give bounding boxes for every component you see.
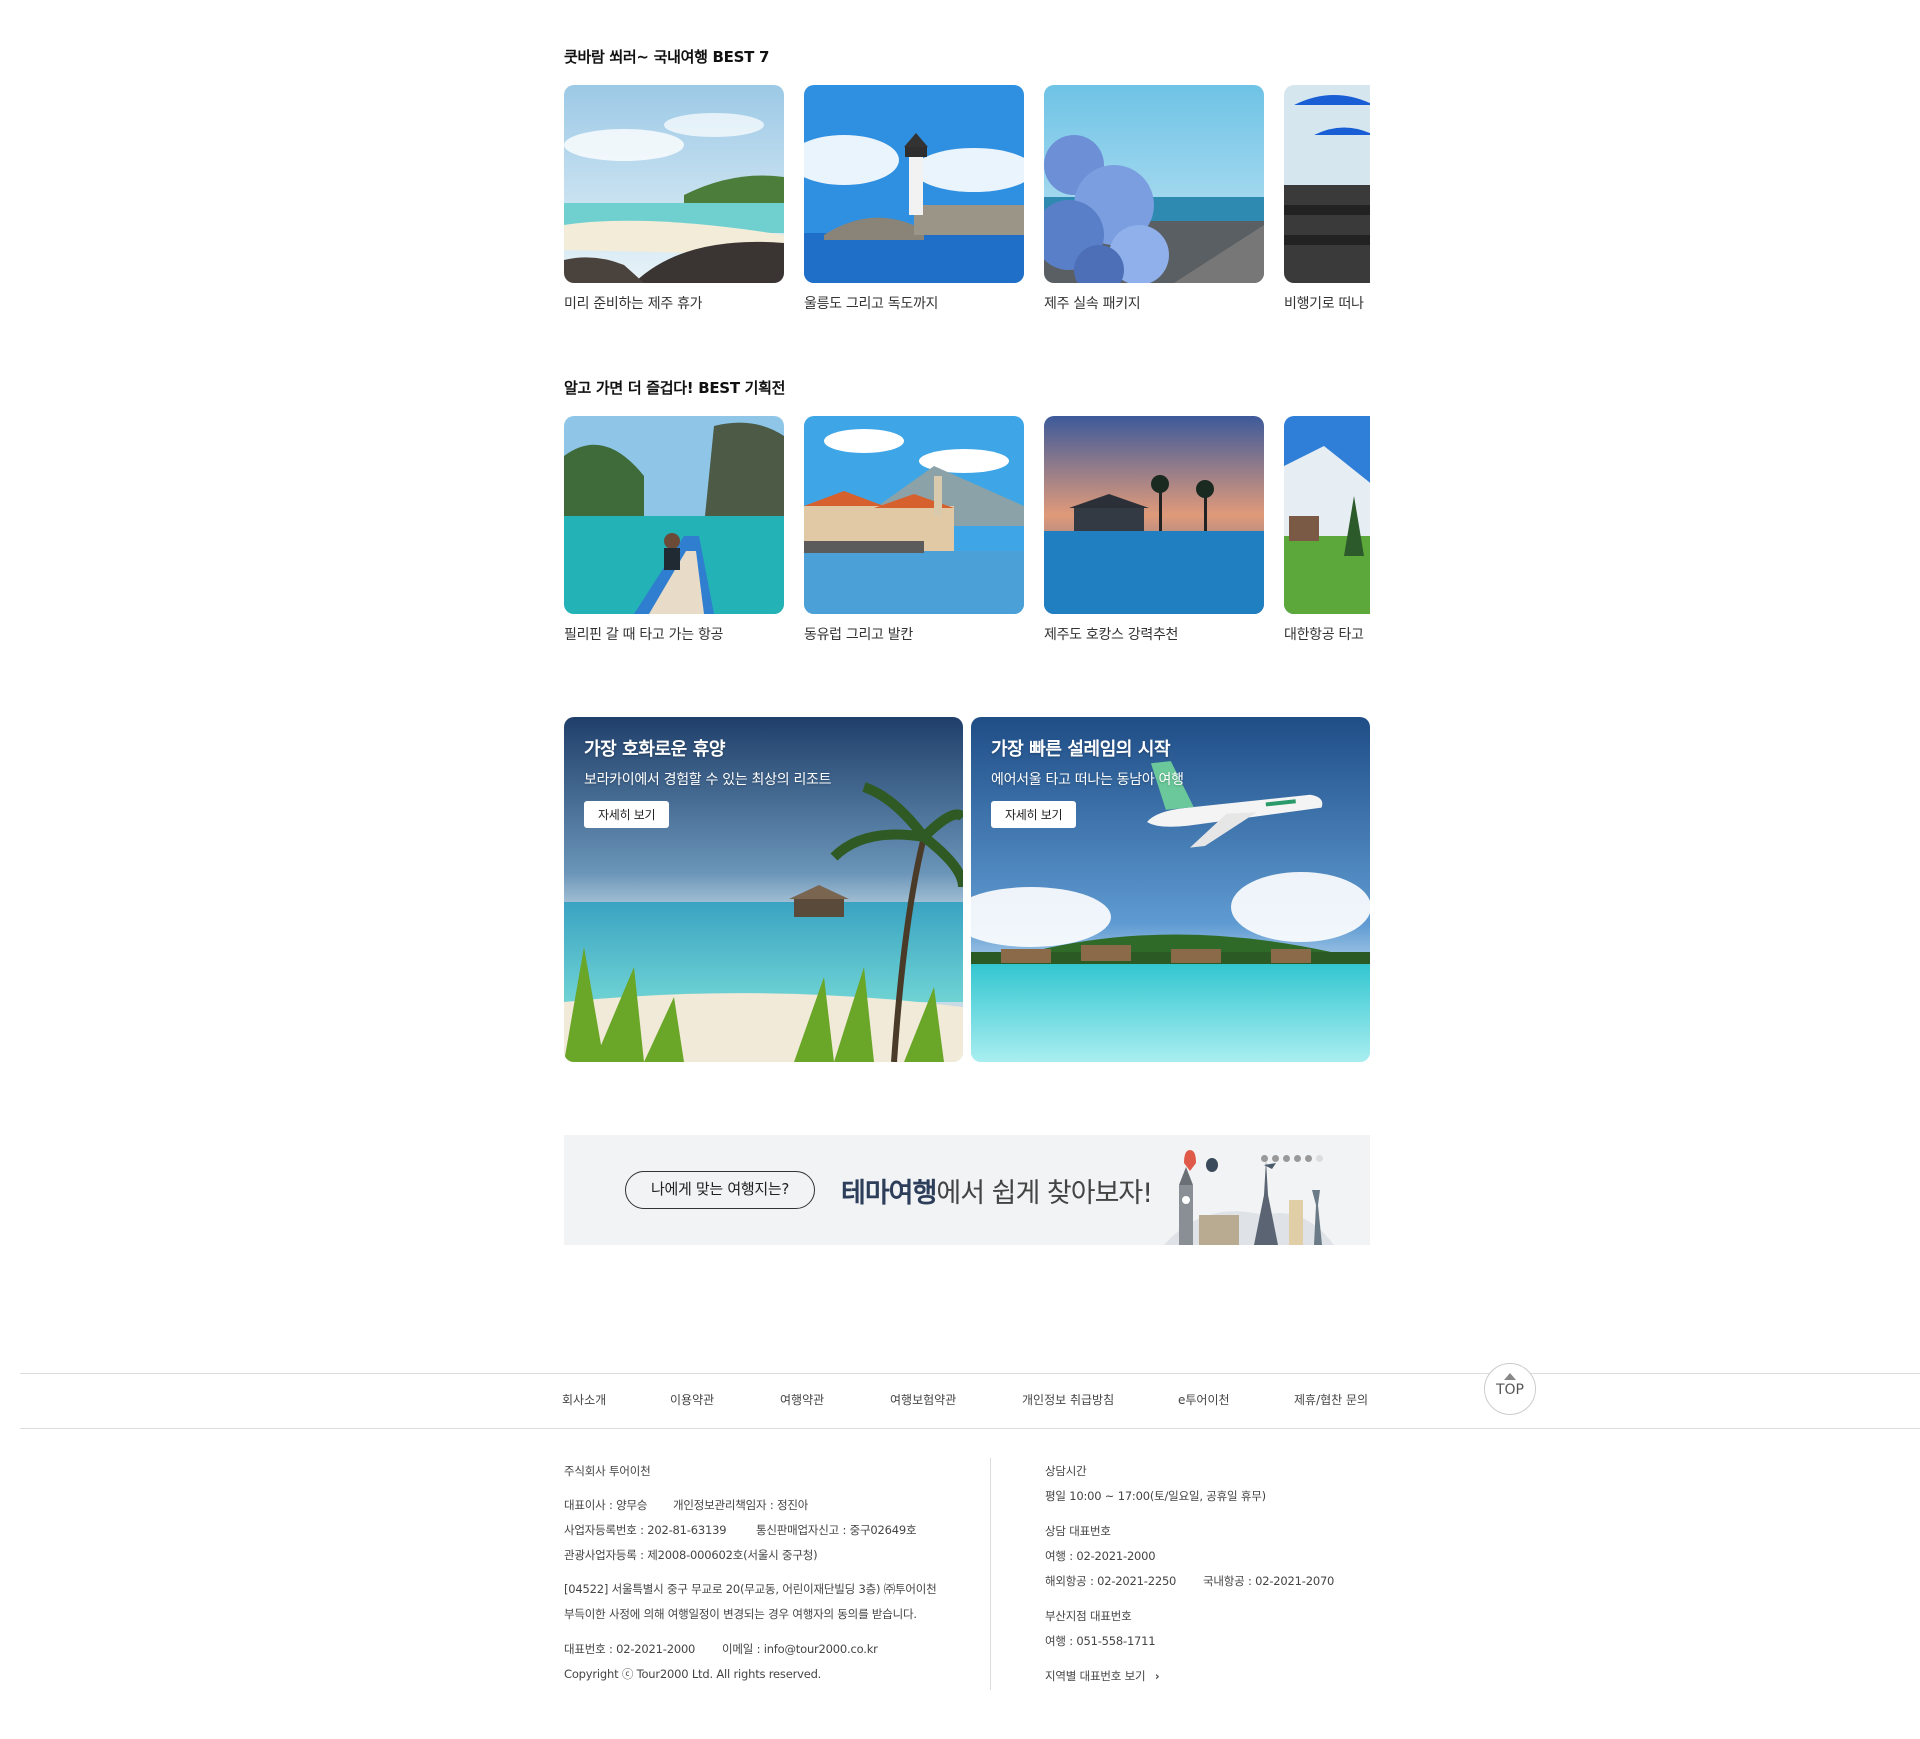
scroll-top-button[interactable]: TOP: [1484, 1363, 1536, 1415]
card-image: [1284, 85, 1370, 283]
card-image: [564, 85, 784, 283]
company-notice: 부득이한 사정에 의해 여행일정이 변경되는 경우 여행자의 동의를 받습니다.: [564, 1607, 917, 1621]
number-intl-air: 해외항공 : 02-2021-2250: [1045, 1574, 1177, 1588]
card-image: [804, 85, 1024, 283]
regional-numbers-link[interactable]: 지역별 대표번호 보기 ›: [1045, 1668, 1160, 1684]
card-jeju-package[interactable]: 제주 실속 패키지: [1044, 85, 1264, 313]
landmarks-illustration: [1164, 1150, 1334, 1245]
theme-travel-banner[interactable]: 나에게 맞는 여행지는? 테마여행에서 쉽게 찾아보자!: [564, 1135, 1370, 1245]
number-dom-air: 국내항공 : 02-2021-2070: [1203, 1574, 1335, 1588]
card-jeju-hocance[interactable]: 제주도 호캉스 강력추천: [1044, 416, 1264, 644]
regional-link-label: 지역별 대표번호 보기: [1045, 1669, 1146, 1683]
company-copyright: Copyright ⓒ Tour2000 Ltd. All rights res…: [564, 1667, 822, 1681]
footer-link-privacy[interactable]: 개인정보 취급방침: [1022, 1391, 1114, 1408]
card-image: [1044, 85, 1264, 283]
promo-air-seoul[interactable]: 가장 빠른 설레임의 시작 에어서울 타고 떠나는 동남아 여행 자세히 보기: [971, 717, 1370, 1062]
company-phone: 대표번호 : 02-2021-2000: [564, 1642, 696, 1656]
promo-detail-button[interactable]: 자세히 보기: [991, 801, 1077, 828]
card-image: [564, 416, 784, 614]
hours-title: 상담시간: [1045, 1464, 1087, 1478]
company-address: [04522] 서울특별시 중구 무교로 20(무교동, 어린이재단빌딩 3층)…: [564, 1582, 937, 1596]
footer-link-e-tour[interactable]: e투어이천: [1178, 1391, 1230, 1408]
domestic-slider: 미리 준비하는 제주 휴가 울릉도 그리고 독도까지 제주 실속 패키지 비행기…: [564, 85, 1370, 325]
promotion-slider: 필리핀 갈 때 타고 가는 항공 동유럽 그리고 발칸 제주도 호캉스 강력추천…: [564, 416, 1370, 656]
number-travel: 여행 : 02-2021-2000: [1045, 1549, 1156, 1563]
promo-subtitle: 에어서울 타고 떠나는 동남아 여행: [991, 772, 1184, 788]
theme-slogan: 테마여행에서 쉽게 찾아보자!: [841, 1171, 1153, 1210]
footer-link-company[interactable]: 회사소개: [562, 1391, 606, 1408]
promo-boracay[interactable]: 가장 호화로운 휴양 보라카이에서 경험할 수 있는 최상의 리조트 자세히 보…: [564, 717, 963, 1062]
chevron-right-icon: ›: [1154, 1669, 1160, 1683]
footer-link-partnership[interactable]: 제휴/협찬 문의: [1294, 1391, 1368, 1408]
card-image: [804, 416, 1024, 614]
company-mail-order: 통신판매업자신고 : 중구02649호: [756, 1523, 917, 1537]
card-caption: 제주 실속 패키지: [1044, 296, 1141, 312]
top-label: TOP: [1495, 1382, 1524, 1398]
company-email: 이메일 : info@tour2000.co.kr: [722, 1642, 878, 1656]
section-title-domestic: 쿳바람 쐬러~ 국내여행 BEST 7: [564, 48, 770, 66]
card-caption: 대한항공 타고: [1284, 627, 1364, 643]
card-image: [1044, 416, 1264, 614]
card-caption: 동유럽 그리고 발칸: [804, 627, 913, 643]
numbers-title: 상담 대표번호: [1045, 1524, 1111, 1538]
promo-text: 가장 빠른 설레임의 시작 에어서울 타고 떠나는 동남아 여행 자세히 보기: [991, 735, 1184, 828]
footer-bottom-divider: [20, 1428, 1920, 1429]
footer-link-terms[interactable]: 이용약관: [670, 1391, 714, 1408]
footer-top-divider: [20, 1373, 1920, 1374]
card-jeju-vacation[interactable]: 미리 준비하는 제주 휴가: [564, 85, 784, 313]
busan-number: 여행 : 051-558-1711: [1045, 1634, 1156, 1648]
card-caption: 비행기로 떠나: [1284, 296, 1364, 312]
promo-text: 가장 호화로운 휴양 보라카이에서 경험할 수 있는 최상의 리조트 자세히 보…: [584, 735, 832, 828]
card-image: [1284, 416, 1370, 614]
card-caption: 울릉도 그리고 독도까지: [804, 296, 939, 312]
promo-heading: 가장 호화로운 휴양: [584, 739, 726, 760]
card-caption: 필리핀 갈 때 타고 가는 항공: [564, 627, 724, 643]
promo-detail-button[interactable]: 자세히 보기: [584, 801, 670, 828]
card-caption: 제주도 호캉스 강력추천: [1044, 627, 1179, 643]
card-flight-trip[interactable]: 비행기로 떠나: [1284, 85, 1370, 313]
company-tour-reg: 관광사업자등록 : 제2008-000602호(서울시 중구청): [564, 1548, 818, 1562]
footer-link-insurance-terms[interactable]: 여행보험약관: [890, 1391, 956, 1408]
hours-text: 평일 10:00 ~ 17:00(토/일요일, 공휴일 휴무): [1045, 1489, 1266, 1503]
footer-vertical-divider: [990, 1458, 991, 1690]
company-ceo: 대표이사 : 양무승: [564, 1498, 648, 1512]
promo-subtitle: 보라카이에서 경험할 수 있는 최상의 리조트: [584, 772, 832, 788]
company-name: 주식회사 투어이천: [564, 1464, 651, 1478]
slogan-bold: 테마여행: [841, 1178, 937, 1209]
card-eastern-europe[interactable]: 동유럽 그리고 발칸: [804, 416, 1024, 644]
card-philippines-airline[interactable]: 필리핀 갈 때 타고 가는 항공: [564, 416, 784, 644]
arrow-up-icon: [1504, 1373, 1516, 1380]
card-ulleungdo[interactable]: 울릉도 그리고 독도까지: [804, 85, 1024, 313]
company-privacy-officer: 개인정보관리책임자 : 정진아: [673, 1498, 809, 1512]
company-biz-reg: 사업자등록번호 : 202-81-63139: [564, 1523, 727, 1537]
slogan-rest: 에서 쉽게 찾아보자!: [936, 1178, 1153, 1209]
busan-title: 부산지점 대표번호: [1045, 1609, 1132, 1623]
find-destination-pill[interactable]: 나에게 맞는 여행지는?: [625, 1171, 815, 1209]
card-caption: 미리 준비하는 제주 휴가: [564, 296, 703, 312]
section-title-best-promotions: 알고 가면 더 즐겁다! BEST 기획전: [564, 379, 786, 397]
card-korean-air[interactable]: 대한항공 타고: [1284, 416, 1370, 644]
footer-link-travel-terms[interactable]: 여행약관: [780, 1391, 824, 1408]
promo-heading: 가장 빠른 설레임의 시작: [991, 739, 1171, 760]
